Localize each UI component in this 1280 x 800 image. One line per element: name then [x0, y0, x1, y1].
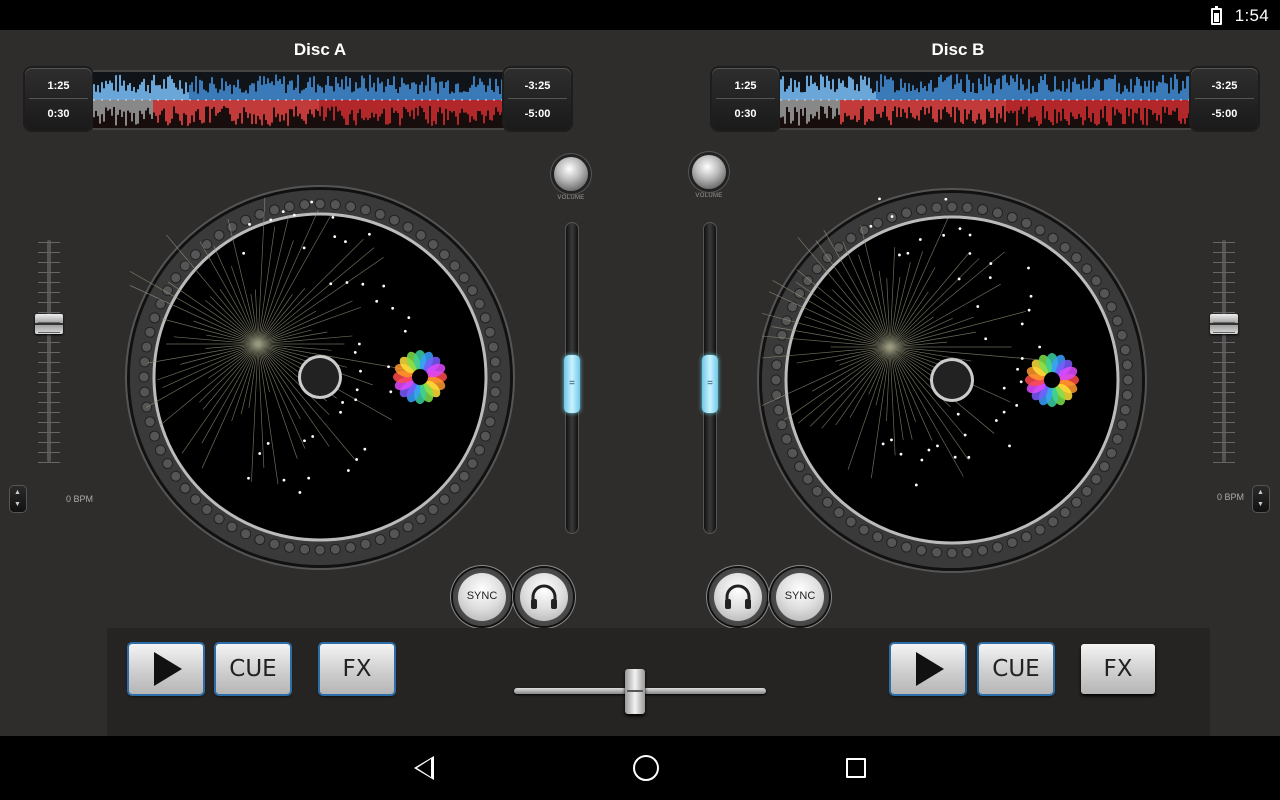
deck-a-title: Disc A: [293, 40, 347, 59]
deck-b-turntable[interactable]: [745, 193, 1142, 568]
deck-a-cue-label: CUE: [229, 656, 277, 682]
deck-a-volume-knob[interactable]: [554, 157, 588, 191]
recents-icon[interactable]: [846, 758, 866, 778]
deck-b-remaining-top: -3:25: [1211, 80, 1238, 92]
deck-b-fx-label: FX: [1103, 656, 1133, 682]
deck-a-volume-label: VOLUME: [557, 195, 585, 201]
deck-a-remaining-bottom: -5:00: [524, 108, 551, 120]
deck-b-headphones-button[interactable]: [709, 568, 767, 626]
deck-a-fx-label: FX: [342, 656, 372, 682]
deck-a-bpm-stepper[interactable]: ▲ ▼: [9, 485, 27, 513]
deck-a-sync-button[interactable]: SYNC: [453, 568, 511, 626]
deck-b-remaining-panel: -3:25 -5:00: [1191, 68, 1258, 130]
deck-b-elapsed-bottom: 0:30: [734, 108, 757, 120]
deck-b-sync-button[interactable]: SYNC: [771, 568, 829, 626]
deck-b-play-button[interactable]: [891, 644, 965, 694]
deck-b-volume-handle[interactable]: [702, 354, 718, 413]
headphones-icon: [531, 584, 557, 609]
navigation-bar: [0, 736, 1280, 800]
deck-a-play-button[interactable]: [129, 644, 203, 694]
home-icon[interactable]: [633, 755, 659, 781]
deck-b-elapsed-top: 1:25: [734, 80, 757, 92]
deck-b-waveform-graphic: [780, 72, 1191, 128]
deck-a-elapsed-panel: 1:25 0:30: [25, 68, 92, 130]
back-icon[interactable]: [414, 756, 434, 780]
status-time: 1:54: [1234, 6, 1269, 25]
deck-b-cue-label: CUE: [992, 656, 1040, 682]
play-icon: [916, 652, 944, 686]
deck-b-volume-knob[interactable]: [692, 155, 726, 189]
deck-a-waveform[interactable]: [93, 70, 504, 130]
deck-b-waveform[interactable]: [780, 70, 1191, 130]
deck-b-sync-label: SYNC: [784, 590, 816, 602]
deck-a-sync-label: SYNC: [466, 590, 498, 602]
deck-a-waveform-graphic: [93, 72, 504, 128]
deck-b-bpm-stepper[interactable]: ▲ ▼: [1252, 485, 1270, 513]
deck-b-cue-button[interactable]: CUE: [979, 644, 1053, 694]
status-bar: 1:54: [0, 0, 1280, 30]
dj-mixer: Disc A 1:25 0:30 -3:25 -5:00 Disc B 1:25…: [0, 30, 1280, 736]
deck-b-record: [745, 197, 1134, 559]
deck-a-bpm: 0 BPM: [66, 494, 94, 504]
deck-b-bpm: 0 BPM: [1217, 492, 1245, 502]
deck-a-fx-button[interactable]: FX: [320, 644, 394, 694]
play-icon: [154, 652, 182, 686]
deck-a-elapsed-bottom: 0:30: [47, 108, 70, 120]
deck-a-remaining-panel: -3:25 -5:00: [504, 68, 571, 130]
deck-a-record: [119, 185, 502, 556]
deck-a-turntable[interactable]: [119, 185, 510, 565]
crossfader-handle[interactable]: [624, 669, 645, 714]
deck-a-elapsed-top: 1:25: [47, 80, 70, 92]
deck-b-remaining-bottom: -5:00: [1211, 108, 1238, 120]
deck-a-headphones-button[interactable]: [515, 568, 573, 626]
deck-a-remaining-top: -3:25: [524, 80, 551, 92]
deck-b-elapsed-panel: 1:25 0:30: [712, 68, 779, 130]
headphones-icon: [725, 584, 751, 609]
deck-b-fx-button[interactable]: FX: [1081, 644, 1155, 694]
deck-b-volume-label: VOLUME: [695, 193, 723, 199]
deck-b-title: Disc B: [931, 40, 985, 59]
battery-charging-icon: [1211, 6, 1222, 25]
deck-a-cue-button[interactable]: CUE: [216, 644, 290, 694]
deck-a-volume-handle[interactable]: [564, 354, 580, 413]
